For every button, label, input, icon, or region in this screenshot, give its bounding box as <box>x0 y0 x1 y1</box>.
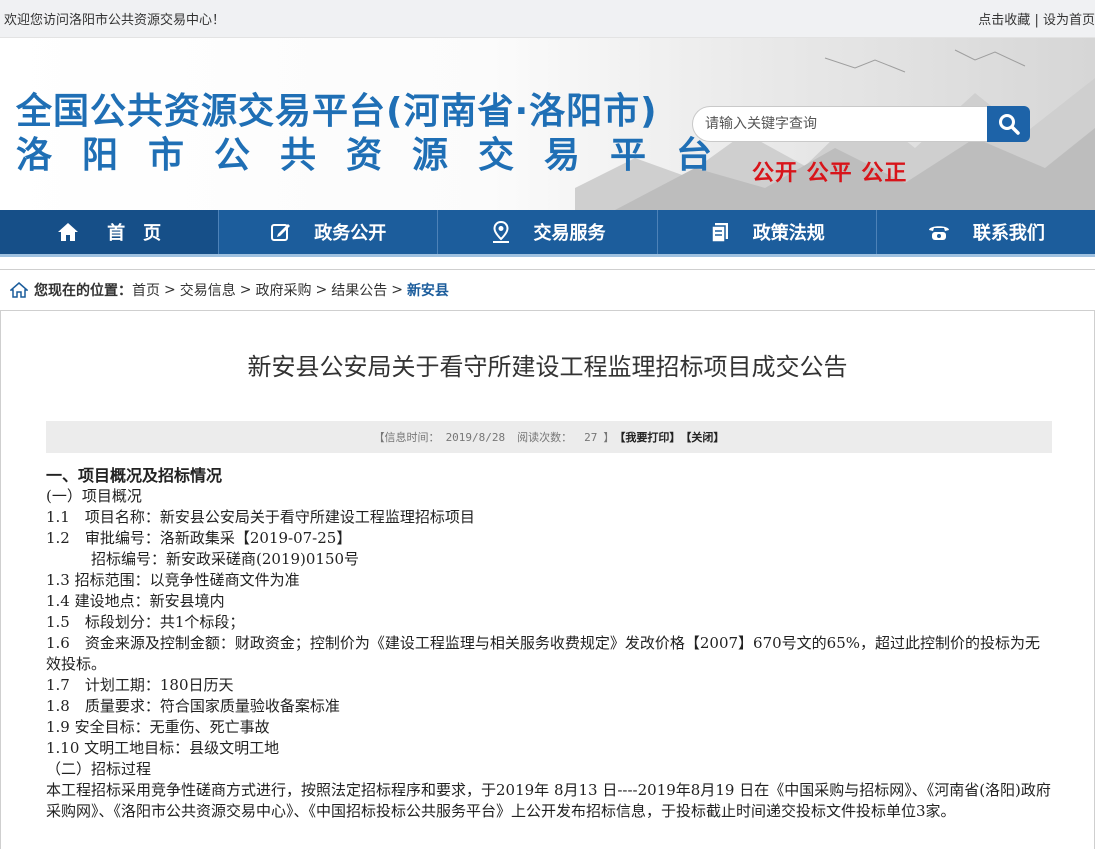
body-line: 1.4 建设地点：新安县境内 <box>46 592 225 610</box>
body-line: 1.7 计划工期：180日历天 <box>46 676 234 694</box>
body-line: 招标编号：新安政采磋商(2019)0150号 <box>46 550 360 568</box>
nav-item-label: 政务公开 <box>314 223 387 244</box>
close-link[interactable]: 【关闭】 <box>680 429 724 445</box>
home-icon <box>58 223 79 241</box>
documents-icon <box>710 223 728 243</box>
top-links-divider: | <box>1034 13 1039 28</box>
nav-item-label: 联系我们 <box>972 223 1045 244</box>
info-reads-value: 27 <box>584 430 598 444</box>
article-title: 新安县公安局关于看守所建设工程监理招标项目成交公告 <box>247 353 848 381</box>
breadcrumb-current[interactable]: 新安县 <box>407 280 449 300</box>
search-icon <box>998 114 1020 135</box>
breadcrumb-separator: > <box>239 282 252 298</box>
main-nav: 首 页 政务公开 交易服务 政策法规 联系我们 <box>0 210 1095 257</box>
breadcrumb-procurement-link[interactable]: 政府采购 <box>255 280 311 300</box>
welcome-text: 欢迎您访问洛阳市公共资源交易中心！ <box>4 13 226 28</box>
body-line: 1.2 审批编号：洛新政集采【2019-07-25】 <box>46 529 352 547</box>
info-reads-label: 阅读次数： <box>517 431 573 444</box>
site-title-line2: 洛阳市公共资源交易平台 <box>16 135 743 176</box>
nav-item-label: 首 页 <box>107 223 162 244</box>
nav-item-label: 政策法规 <box>752 223 825 244</box>
article-container: 新安县公安局关于看守所建设工程监理招标项目成交公告 【信息时间： 2019/8/… <box>0 311 1095 849</box>
set-home-link[interactable]: 设为首页 <box>1043 13 1095 28</box>
top-bar: 欢迎您访问洛阳市公共资源交易中心！ 点击收藏 | 设为首页 <box>0 0 1095 38</box>
body-line: 1.9 安全目标：无重伤、死亡事故 <box>46 718 270 736</box>
section-heading: 一、项目概况及招标情况 <box>46 466 223 485</box>
top-links: 点击收藏 | 设为首页 <box>978 9 1095 28</box>
info-time-value: 2019/8/28 <box>445 430 506 444</box>
nav-item-government-affairs[interactable]: 政务公开 <box>219 210 439 254</box>
article-body: 一、项目概况及招标情况 (一）项目概况 1.1 项目名称：新安县公安局关于看守所… <box>46 465 1052 822</box>
breadcrumb-separator: > <box>391 282 403 298</box>
header-banner: 全国公共资源交易平台(河南省·洛阳市) 洛阳市公共资源交易平台 公开 公平 公正 <box>0 38 1095 210</box>
edit-icon <box>271 224 291 241</box>
nav-item-policies[interactable]: 政策法规 <box>658 210 877 254</box>
body-paragraph: 本工程招标采用竞争性磋商方式进行，按照法定招标程序和要求，于2019年 8月13… <box>46 781 1051 820</box>
info-time-label: 【信息时间： <box>373 431 440 444</box>
breadcrumb-results-link[interactable]: 结果公告 <box>331 280 387 300</box>
nav-item-label: 交易服务 <box>533 223 606 244</box>
nav-item-contact-us[interactable]: 联系我们 <box>877 210 1095 254</box>
nav-item-trading-services[interactable]: 交易服务 <box>438 210 658 254</box>
home-outline-icon <box>10 282 28 298</box>
search-input[interactable] <box>692 106 987 142</box>
breadcrumb-trading-info-link[interactable]: 交易信息 <box>180 280 236 300</box>
nav-item-home[interactable]: 首 页 <box>0 210 220 254</box>
map-pin-icon <box>492 220 509 243</box>
info-close-bracket: 】 <box>603 431 615 444</box>
breadcrumb: 您现在的位置： 首页 > 交易信息 > 政府采购 > 结果公告 > 新安县 <box>0 269 1095 311</box>
search-button[interactable] <box>987 106 1030 142</box>
breadcrumb-label: 您现在的位置： <box>34 283 132 299</box>
body-line: 1.10 文明工地目标：县级文明工地 <box>46 739 280 757</box>
subsection-heading: (一）项目概况 <box>46 487 142 505</box>
breadcrumb-separator: > <box>315 282 328 298</box>
search-box <box>692 106 1030 142</box>
article-info-bar: 【信息时间： 2019/8/28 阅读次数： 27 】 【我要打印】 【关闭】 <box>46 421 1052 453</box>
body-line: 1.8 质量要求：符合国家质量验收备案标准 <box>46 697 340 715</box>
body-line: 1.3 招标范围：以竞争性磋商文件为准 <box>46 571 300 589</box>
breadcrumb-home-link[interactable]: 首页 <box>132 280 160 300</box>
subsection-heading: （二）招标过程 <box>46 760 152 778</box>
body-line: 1.1 项目名称：新安县公安局关于看守所建设工程监理招标项目 <box>46 508 475 526</box>
body-line: 1.6 资金来源及控制金额：财政资金；控制价为《建设工程监理与相关服务收费规定》… <box>46 634 1041 673</box>
slogan: 公开 公平 公正 <box>752 161 908 186</box>
breadcrumb-separator: > <box>164 282 176 298</box>
body-line: 1.5 标段划分：共1个标段； <box>46 613 245 631</box>
print-link[interactable]: 【我要打印】 <box>614 429 680 445</box>
phone-icon <box>928 226 949 240</box>
bookmark-link[interactable]: 点击收藏 <box>978 13 1030 28</box>
